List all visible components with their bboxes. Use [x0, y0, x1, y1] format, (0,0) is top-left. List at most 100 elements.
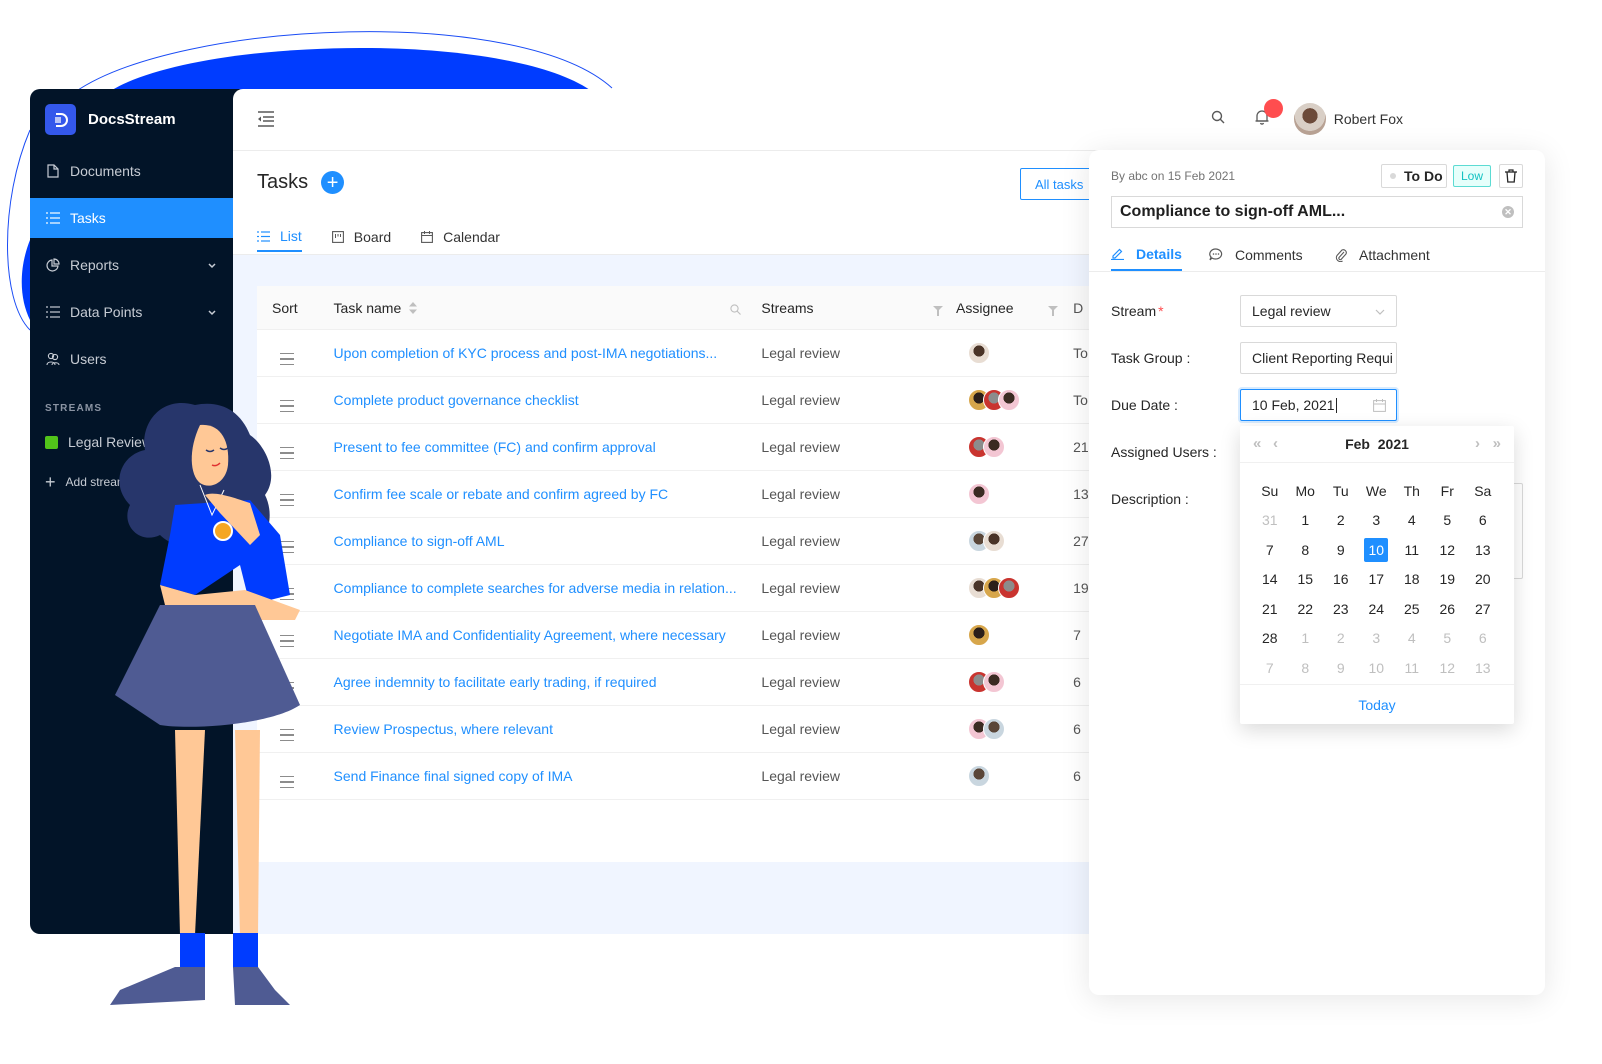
- calendar-day[interactable]: 4: [1394, 508, 1430, 532]
- task-group-input[interactable]: Client Reporting Requi: [1240, 342, 1397, 374]
- calendar-day-selected[interactable]: 10: [1359, 537, 1395, 562]
- drag-handle-icon[interactable]: [272, 634, 294, 647]
- calendar-day[interactable]: 12: [1430, 538, 1466, 562]
- column-task-name[interactable]: Task name: [334, 286, 762, 329]
- calendar-day[interactable]: 27: [1465, 597, 1501, 621]
- filter-icon[interactable]: [933, 303, 943, 319]
- calendar-day[interactable]: 12: [1430, 656, 1466, 680]
- calendar-day[interactable]: 23: [1323, 597, 1359, 621]
- sort-icon[interactable]: [409, 301, 418, 314]
- calendar-day[interactable]: 7: [1252, 656, 1288, 680]
- add-stream-button[interactable]: + Add stream: [45, 473, 127, 491]
- table-row[interactable]: Agree indemnity to facilitate early trad…: [257, 659, 1093, 706]
- sidebar-item-reports[interactable]: Reports: [30, 245, 233, 285]
- assignee-avatar[interactable]: [983, 436, 1005, 458]
- drag-handle-icon[interactable]: [272, 352, 294, 365]
- task-link[interactable]: Compliance to sign-off AML: [334, 533, 505, 549]
- calendar-day[interactable]: 22: [1288, 597, 1324, 621]
- calendar-day[interactable]: 3: [1359, 508, 1395, 532]
- assignee-avatar[interactable]: [968, 624, 990, 646]
- brand[interactable]: DocsStream: [45, 104, 176, 135]
- calendar-day[interactable]: 5: [1430, 508, 1466, 532]
- calendar-day[interactable]: 2: [1323, 508, 1359, 532]
- calendar-day[interactable]: 11: [1394, 538, 1430, 562]
- table-row[interactable]: Compliance to sign-off AML Legal review 27: [257, 518, 1093, 565]
- table-row[interactable]: Negotiate IMA and Confidentiality Agreem…: [257, 612, 1093, 659]
- prev-year-icon[interactable]: «: [1253, 435, 1261, 452]
- user-avatar[interactable]: [1293, 103, 1326, 135]
- today-button[interactable]: Today: [1240, 684, 1514, 724]
- calendar-day[interactable]: 24: [1359, 597, 1395, 621]
- assignee-avatar[interactable]: [998, 577, 1020, 599]
- due-date-input[interactable]: 10 Feb, 2021: [1240, 389, 1397, 421]
- assignee-avatar[interactable]: [983, 671, 1005, 693]
- drag-handle-icon[interactable]: [272, 728, 294, 741]
- calendar-day[interactable]: 8: [1288, 656, 1324, 680]
- filter-icon[interactable]: [1048, 303, 1059, 319]
- calendar-day[interactable]: 6: [1465, 626, 1501, 650]
- drag-handle-icon[interactable]: [272, 399, 294, 412]
- calendar-day[interactable]: 8: [1288, 538, 1324, 562]
- calendar-day[interactable]: 7: [1252, 538, 1288, 562]
- next-year-icon[interactable]: »: [1493, 435, 1501, 452]
- calendar-day[interactable]: 13: [1465, 538, 1501, 562]
- sidebar-stream-legal-review[interactable]: Legal Review: [45, 434, 152, 450]
- assignee-avatar[interactable]: [983, 530, 1005, 552]
- sidebar-item-data-points[interactable]: Data Points: [30, 292, 233, 332]
- calendar-day[interactable]: 15: [1288, 567, 1324, 591]
- search-icon[interactable]: [730, 302, 742, 318]
- user-name[interactable]: Robert Fox: [1334, 111, 1403, 127]
- tab-calendar[interactable]: Calendar: [421, 222, 500, 252]
- add-task-button[interactable]: +: [321, 171, 345, 194]
- task-link[interactable]: Compliance to complete searches for adve…: [334, 580, 737, 596]
- calendar-day[interactable]: 1: [1288, 508, 1324, 532]
- calendar-day[interactable]: 6: [1465, 508, 1501, 532]
- column-assignee[interactable]: Assignee: [956, 286, 1073, 329]
- tab-details[interactable]: Details: [1111, 238, 1182, 271]
- assignee-avatar[interactable]: [968, 483, 990, 505]
- status-dropdown[interactable]: To Do: [1381, 164, 1447, 188]
- collapse-menu-icon[interactable]: [257, 111, 275, 132]
- calendar-day[interactable]: 4: [1394, 626, 1430, 650]
- calendar-day[interactable]: 31: [1252, 508, 1288, 532]
- task-link[interactable]: Present to fee committee (FC) and confir…: [334, 439, 656, 455]
- calendar-day[interactable]: 16: [1323, 567, 1359, 591]
- priority-badge[interactable]: Low: [1453, 165, 1492, 187]
- calendar-month[interactable]: Feb: [1345, 436, 1370, 452]
- calendar-day[interactable]: 18: [1394, 567, 1430, 591]
- calendar-day[interactable]: 2: [1323, 626, 1359, 650]
- calendar-day[interactable]: 13: [1465, 656, 1501, 680]
- task-link[interactable]: Upon completion of KYC process and post-…: [334, 345, 718, 361]
- drag-handle-icon[interactable]: [272, 775, 294, 788]
- calendar-day[interactable]: 14: [1252, 567, 1288, 591]
- sidebar-item-users[interactable]: Users: [30, 339, 233, 379]
- table-row[interactable]: Complete product governance checklist Leg…: [257, 377, 1093, 424]
- delete-button[interactable]: [1499, 164, 1523, 188]
- table-row[interactable]: Present to fee committee (FC) and confir…: [257, 424, 1093, 471]
- assignee-avatar[interactable]: [968, 765, 990, 787]
- sidebar-item-documents[interactable]: Documents: [30, 151, 233, 191]
- task-link[interactable]: Confirm fee scale or rebate and confirm …: [334, 486, 669, 502]
- calendar-day[interactable]: 26: [1430, 597, 1466, 621]
- calendar-day[interactable]: 17: [1359, 567, 1395, 591]
- calendar-day[interactable]: 19: [1430, 567, 1466, 591]
- calendar-day[interactable]: 20: [1465, 567, 1501, 591]
- assignee-avatar[interactable]: [968, 342, 990, 364]
- next-month-icon[interactable]: ›: [1475, 435, 1480, 452]
- table-row[interactable]: Review Prospectus, where relevant Legal r…: [257, 706, 1093, 753]
- drag-handle-icon[interactable]: [272, 587, 294, 600]
- task-title-input[interactable]: Compliance to sign-off AML... ✕: [1111, 196, 1523, 228]
- task-link[interactable]: Negotiate IMA and Confidentiality Agreem…: [334, 627, 726, 643]
- table-row[interactable]: Send Finance final signed copy of IMA Leg…: [257, 753, 1093, 800]
- table-row[interactable]: Confirm fee scale or rebate and confirm …: [257, 471, 1093, 518]
- tab-board[interactable]: Board: [331, 222, 391, 252]
- column-streams[interactable]: Streams: [761, 286, 956, 329]
- task-link[interactable]: Review Prospectus, where relevant: [334, 721, 553, 737]
- calendar-year[interactable]: 2021: [1378, 436, 1409, 452]
- calendar-day[interactable]: 25: [1394, 597, 1430, 621]
- table-row[interactable]: Compliance to complete searches for adve…: [257, 565, 1093, 612]
- assignee-avatar[interactable]: [983, 718, 1005, 740]
- stream-select[interactable]: Legal review: [1240, 295, 1397, 327]
- notifications-button[interactable]: [1255, 98, 1283, 130]
- prev-month-icon[interactable]: ‹: [1273, 435, 1278, 452]
